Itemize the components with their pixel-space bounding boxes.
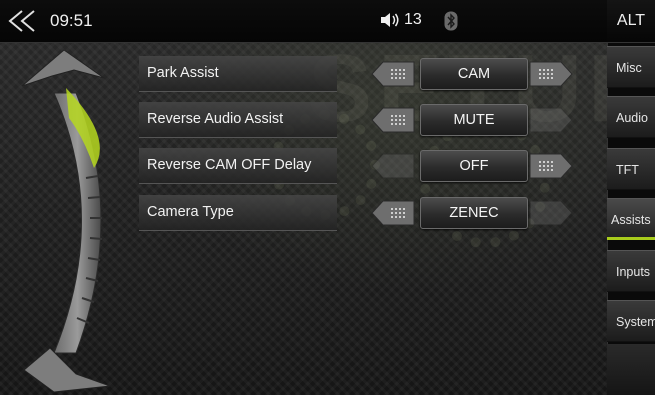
setting-row-reverse-audio-assist: Reverse Audio Assist MUTE bbox=[139, 102, 579, 138]
arc-down-arrow-icon bbox=[23, 347, 111, 393]
volume-level: 13 bbox=[404, 11, 422, 28]
side-menu-item-system[interactable]: System bbox=[607, 300, 655, 342]
setting-row-camera-type: Camera Type ZENEC bbox=[139, 195, 579, 231]
setting-label: Reverse Audio Assist bbox=[139, 102, 337, 138]
volume-indicator: 13 bbox=[380, 11, 422, 29]
clock: 09:51 bbox=[50, 11, 93, 30]
setting-row-park-assist: Park Assist CAM bbox=[139, 56, 579, 92]
setting-value-button[interactable]: OFF bbox=[420, 150, 528, 182]
setting-label: Reverse CAM OFF Delay bbox=[139, 148, 337, 184]
setting-value-button[interactable]: ZENEC bbox=[420, 197, 528, 229]
side-menu-item-inputs[interactable]: Inputs bbox=[607, 250, 655, 292]
status-bar: 09:51 13 bbox=[0, 0, 607, 43]
prev-arrow-icon[interactable] bbox=[371, 200, 415, 226]
back-chevron-icon[interactable] bbox=[8, 9, 42, 33]
side-menu-item-misc[interactable]: Misc bbox=[607, 46, 655, 88]
next-arrow-icon bbox=[529, 200, 573, 226]
next-arrow-icon[interactable] bbox=[529, 153, 573, 179]
side-menu-item-tft[interactable]: TFT bbox=[607, 148, 655, 190]
speaker-icon bbox=[381, 13, 399, 27]
prev-arrow-icon[interactable] bbox=[371, 61, 415, 87]
setting-row-reverse-cam-off-delay: Reverse CAM OFF Delay OFF bbox=[139, 148, 579, 184]
setting-value-button[interactable]: MUTE bbox=[420, 104, 528, 136]
scroll-arc[interactable] bbox=[14, 48, 124, 393]
setting-label: Camera Type bbox=[139, 195, 337, 231]
alt-button[interactable]: ALT bbox=[607, 0, 655, 43]
setup-screen: SETUP 09:51 bbox=[0, 0, 655, 395]
prev-arrow-icon bbox=[371, 153, 415, 179]
bluetooth-icon bbox=[444, 11, 458, 31]
setting-value-button[interactable]: CAM bbox=[420, 58, 528, 90]
side-menu-empty-slot bbox=[607, 344, 655, 395]
side-menu-item-audio[interactable]: Audio bbox=[607, 96, 655, 138]
next-arrow-icon[interactable] bbox=[529, 61, 573, 87]
setting-label: Park Assist bbox=[139, 56, 337, 92]
side-menu-item-assists[interactable]: Assists bbox=[607, 198, 655, 240]
prev-arrow-icon[interactable] bbox=[371, 107, 415, 133]
next-arrow-icon bbox=[529, 107, 573, 133]
arc-up-arrow-icon bbox=[21, 49, 105, 87]
